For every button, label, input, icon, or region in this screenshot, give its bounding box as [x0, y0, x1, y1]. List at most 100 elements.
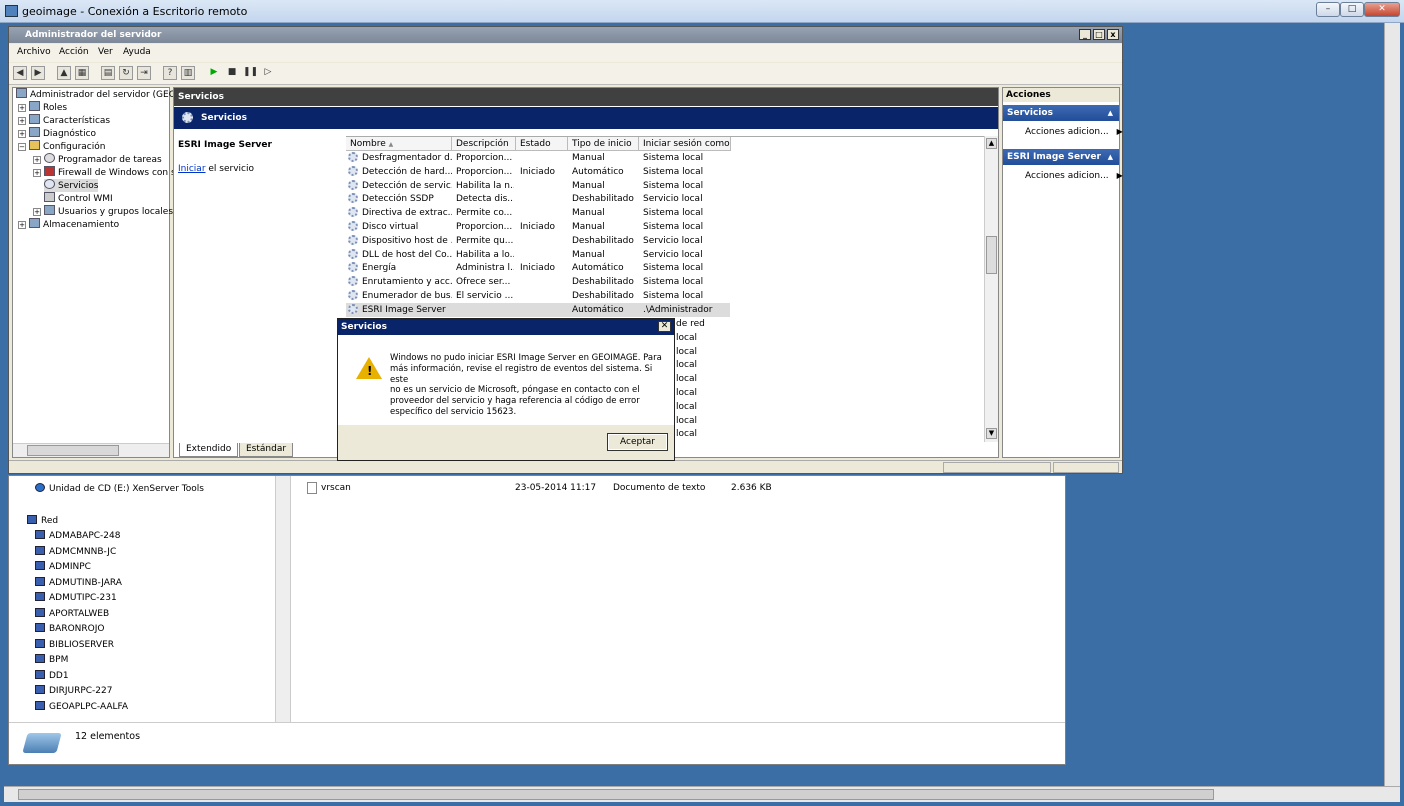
- more-actions-services[interactable]: Acciones adicion... ▶: [1025, 127, 1123, 137]
- view-icon[interactable]: ▥: [181, 66, 195, 80]
- service-row[interactable]: Energía Administra l... Iniciado Automático…: [346, 261, 730, 275]
- back-icon[interactable]: ◀: [13, 66, 27, 80]
- menu-archivo[interactable]: Archivo: [17, 47, 51, 57]
- explorer-window: Unidad de CD (E:) XenServer Tools Red AD…: [8, 475, 1066, 765]
- col-logon[interactable]: Iniciar sesión como: [639, 137, 731, 151]
- tree-roles[interactable]: + Roles: [18, 101, 67, 114]
- refresh-icon[interactable]: ↻: [119, 66, 133, 80]
- menu-ver[interactable]: Ver: [98, 47, 113, 57]
- forward-icon[interactable]: ▶: [31, 66, 45, 80]
- rdp-horizontal-scrollbar[interactable]: [4, 786, 1400, 802]
- expand-icon[interactable]: +: [18, 221, 26, 229]
- sm-maximize-button[interactable]: □: [1093, 29, 1105, 40]
- more-actions-esri[interactable]: Acciones adicion... ▶: [1025, 171, 1123, 181]
- tree-diagnostics[interactable]: + Diagnóstico: [18, 127, 96, 140]
- expand-icon[interactable]: +: [33, 169, 41, 177]
- service-row[interactable]: DLL de host del Co... Habilita a lo... Man…: [346, 248, 730, 262]
- network-computer[interactable]: APORTALWEB: [35, 608, 109, 622]
- list-vertical-scrollbar[interactable]: ▲ ▼: [984, 136, 998, 442]
- col-startup[interactable]: Tipo de inicio: [568, 137, 639, 151]
- expand-icon[interactable]: +: [18, 130, 26, 138]
- stop-icon[interactable]: ■: [225, 66, 239, 80]
- network-computer[interactable]: ADMUTINB-JARA: [35, 577, 122, 591]
- tree-features[interactable]: + Características: [18, 114, 110, 127]
- network-computer[interactable]: ADMABAPC-248: [35, 530, 120, 544]
- expand-icon[interactable]: +: [33, 208, 41, 216]
- tree-horizontal-scrollbar[interactable]: [13, 443, 169, 457]
- help-icon[interactable]: ?: [163, 66, 177, 80]
- dialog-close-icon[interactable]: ✕: [658, 321, 671, 332]
- service-row[interactable]: Detección SSDP Detecta dis... Deshabilitad…: [346, 192, 730, 206]
- tree-storage[interactable]: + Almacenamiento: [18, 218, 119, 231]
- tree-root[interactable]: Administrador del servidor (GEOIMA: [16, 88, 192, 101]
- expand-icon[interactable]: +: [33, 156, 41, 164]
- rdp-vertical-scrollbar[interactable]: [1384, 23, 1400, 786]
- service-row[interactable]: Directiva de extrac... Permite co... Manua…: [346, 206, 730, 220]
- service-row[interactable]: Detección de servic... Habilita la n... Ma…: [346, 179, 730, 193]
- menu-accion[interactable]: Acción: [59, 47, 89, 57]
- up-folder-icon[interactable]: ▲: [57, 66, 71, 80]
- properties-icon[interactable]: ▤: [101, 66, 115, 80]
- network-computer[interactable]: ADMCMNNB-JC: [35, 546, 116, 560]
- network-item[interactable]: Red: [27, 515, 58, 529]
- tree-users[interactable]: + Usuarios y grupos locales: [33, 205, 173, 218]
- network-computer[interactable]: BIBLIOSERVER: [35, 639, 114, 653]
- service-row[interactable]: Dispositivo host de ... Permite qu... Desh…: [346, 234, 730, 248]
- tree-task-scheduler[interactable]: + Programador de tareas: [33, 153, 162, 166]
- col-name[interactable]: Nombre ▲: [346, 137, 452, 151]
- service-row[interactable]: Enumerador de bus... El servicio ... Desha…: [346, 289, 730, 303]
- console-tree-icon[interactable]: ▦: [75, 66, 89, 80]
- close-button[interactable]: ✕: [1364, 2, 1400, 17]
- service-row[interactable]: Detección de hard... Proporcion... Iniciad…: [346, 165, 730, 179]
- network-computer[interactable]: ADMINPC: [35, 561, 91, 575]
- accept-button[interactable]: Aceptar: [607, 433, 668, 451]
- sm-minimize-button[interactable]: _: [1079, 29, 1091, 40]
- menu-ayuda[interactable]: Ayuda: [123, 47, 151, 57]
- pause-icon[interactable]: ❚❚: [243, 66, 258, 80]
- network-computer[interactable]: ADMUTIPC-231: [35, 592, 117, 606]
- tab-standard[interactable]: Estándar: [239, 443, 294, 457]
- export-icon[interactable]: ⇥: [137, 66, 151, 80]
- network-computer[interactable]: DD1: [35, 670, 69, 684]
- cell-logon: local: [676, 374, 697, 385]
- tree-config[interactable]: − Configuración: [18, 140, 105, 153]
- tree-firewall[interactable]: + Firewall de Windows con se: [33, 166, 181, 179]
- col-state[interactable]: Estado: [516, 137, 568, 151]
- network-computer[interactable]: DIRJURPC-227: [35, 685, 112, 699]
- collapse-icon[interactable]: ▲: [1108, 105, 1113, 121]
- scroll-up-icon[interactable]: ▲: [986, 138, 997, 149]
- service-row[interactable]: Disco virtual Proporcion... Iniciado Manual…: [346, 220, 730, 234]
- start-service-link[interactable]: Iniciar: [178, 164, 206, 174]
- scrollbar-thumb[interactable]: [27, 445, 119, 456]
- tree-wmi[interactable]: Control WMI: [44, 192, 113, 205]
- tab-extended[interactable]: Extendido: [179, 443, 239, 457]
- network-computer[interactable]: BARONROJO: [35, 623, 104, 637]
- actions-section-services[interactable]: Servicios ▲: [1003, 105, 1119, 121]
- service-row[interactable]: Desfragmentador d... Proporcion... Manual S…: [346, 151, 730, 165]
- network-computer[interactable]: GEOAPLPC-AALFA: [35, 701, 128, 715]
- cd-drive-item[interactable]: Unidad de CD (E:) XenServer Tools: [35, 483, 204, 497]
- cell-startup: Automático: [572, 263, 624, 274]
- file-name[interactable]: vrscan: [321, 483, 351, 493]
- expand-icon[interactable]: +: [18, 104, 26, 112]
- computer-label: BARONROJO: [49, 624, 105, 634]
- play-icon[interactable]: ▶: [207, 66, 221, 80]
- collapse-icon[interactable]: ▲: [1108, 149, 1113, 165]
- sm-close-button[interactable]: x: [1107, 29, 1119, 40]
- service-row[interactable]: ESRI Image Server Automático .\Administrad…: [346, 302, 730, 317]
- network-computer[interactable]: BPM: [35, 654, 68, 668]
- scrollbar-thumb[interactable]: [18, 789, 1214, 800]
- scrollbar-thumb[interactable]: [986, 236, 997, 274]
- col-desc[interactable]: Descripción: [452, 137, 516, 151]
- minimize-button[interactable]: –: [1316, 2, 1340, 17]
- tree-services[interactable]: Servicios: [44, 179, 99, 192]
- nav-scrollbar[interactable]: [275, 476, 290, 722]
- collapse-icon[interactable]: −: [18, 143, 26, 151]
- service-row[interactable]: Enrutamiento y acc... Ofrece ser... Deshab…: [346, 275, 730, 289]
- maximize-button[interactable]: □: [1340, 2, 1364, 17]
- actions-section-esri[interactable]: ESRI Image Server ▲: [1003, 149, 1119, 165]
- tree-users-label: Usuarios y grupos locales: [58, 207, 174, 217]
- expand-icon[interactable]: +: [18, 117, 26, 125]
- resume-icon[interactable]: ▷: [261, 66, 275, 80]
- scroll-down-icon[interactable]: ▼: [986, 428, 997, 439]
